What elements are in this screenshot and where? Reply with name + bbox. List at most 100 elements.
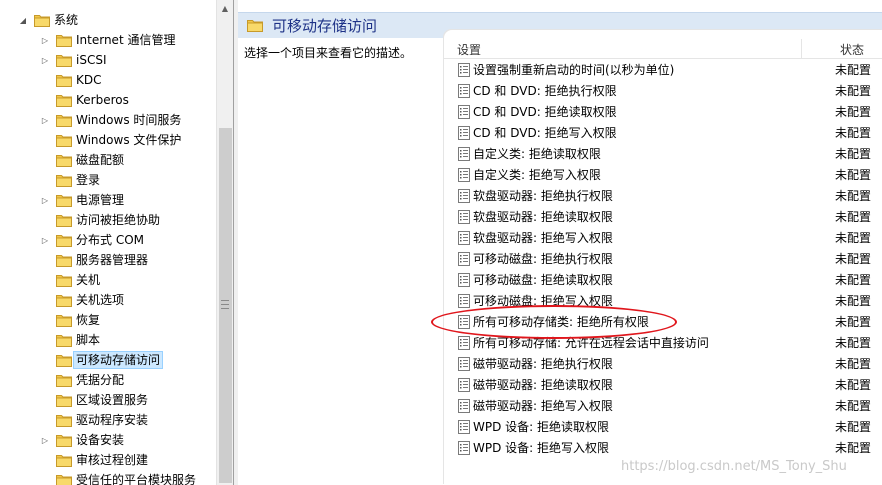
- tree-item-label: 关机选项: [76, 293, 125, 307]
- tree-item[interactable]: 审核过程创建: [0, 450, 216, 470]
- tree-item[interactable]: ◢ 系统: [0, 10, 216, 30]
- policy-setting-icon: [458, 63, 470, 77]
- tree-item[interactable]: 可移动存储访问: [0, 350, 216, 370]
- tree-item[interactable]: 磁盘配额: [0, 150, 216, 170]
- scroll-up-arrow-icon[interactable]: ▲: [217, 0, 233, 17]
- tree-item-label: 受信任的平台模块服务: [76, 473, 197, 485]
- column-header-setting[interactable]: 设置: [457, 41, 481, 58]
- tree-item[interactable]: Kerberos: [0, 90, 216, 110]
- policy-row[interactable]: 所有可移动存储类: 拒绝所有权限 未配置: [444, 312, 882, 333]
- policy-row[interactable]: 磁带驱动器: 拒绝读取权限 未配置: [444, 375, 882, 396]
- tree-item[interactable]: 访问被拒绝协助: [0, 210, 216, 230]
- folder-icon: [56, 74, 72, 87]
- policy-setting-icon: [458, 378, 470, 392]
- policy-row[interactable]: CD 和 DVD: 拒绝读取权限 未配置: [444, 102, 882, 123]
- tree-item-label: 访问被拒绝协助: [76, 213, 161, 227]
- policy-setting-icon: [458, 315, 470, 329]
- tree-item[interactable]: ▷ Windows 时间服务: [0, 110, 216, 130]
- policy-state: 未配置: [835, 189, 872, 203]
- policy-row[interactable]: 所有可移动存储: 允许在远程会话中直接访问 未配置: [444, 333, 882, 354]
- policy-name: 可移动磁盘: 拒绝写入权限: [473, 294, 613, 308]
- policy-row[interactable]: 设置强制重新启动的时间(以秒为单位) 未配置: [444, 60, 882, 81]
- policy-row[interactable]: WPD 设备: 拒绝写入权限 未配置: [444, 438, 882, 459]
- expand-arrow-icon[interactable]: ▷: [40, 30, 50, 50]
- policy-name: 可移动磁盘: 拒绝读取权限: [473, 273, 613, 287]
- folder-icon: [56, 454, 72, 467]
- folder-icon: [56, 154, 72, 167]
- folder-icon: [34, 14, 50, 27]
- policy-name: 软盘驱动器: 拒绝执行权限: [473, 189, 613, 203]
- policy-name: 所有可移动存储类: 拒绝所有权限: [473, 315, 649, 329]
- policy-setting-icon: [458, 399, 470, 413]
- policy-row[interactable]: 可移动磁盘: 拒绝执行权限 未配置: [444, 249, 882, 270]
- expand-arrow-icon[interactable]: ▷: [40, 190, 50, 210]
- expand-arrow-icon[interactable]: ▷: [40, 110, 50, 130]
- policy-row[interactable]: 自定义类: 拒绝读取权限 未配置: [444, 144, 882, 165]
- expand-arrow-icon[interactable]: ▷: [40, 230, 50, 250]
- navigation-tree: ◢ 系统 ▷ Internet 通信管理 ▷ iSCSI KDC Kerberos ▷ Windo…: [0, 0, 216, 485]
- folder-icon: [56, 334, 72, 347]
- tree-item-label: 关机: [76, 273, 101, 287]
- collapse-arrow-icon[interactable]: ◢: [18, 10, 28, 30]
- tree-item[interactable]: ▷ iSCSI: [0, 50, 216, 70]
- policy-row[interactable]: 自定义类: 拒绝写入权限 未配置: [444, 165, 882, 186]
- policy-row[interactable]: 软盘驱动器: 拒绝执行权限 未配置: [444, 186, 882, 207]
- tree-item[interactable]: KDC: [0, 70, 216, 90]
- folder-icon: [247, 20, 263, 32]
- policy-name: 所有可移动存储: 允许在远程会话中直接访问: [473, 336, 709, 350]
- tree-item[interactable]: 脚本: [0, 330, 216, 350]
- tree-item[interactable]: 服务器管理器: [0, 250, 216, 270]
- expand-arrow-icon[interactable]: ▷: [40, 50, 50, 70]
- policy-row[interactable]: 软盘驱动器: 拒绝写入权限 未配置: [444, 228, 882, 249]
- list-header: 设置 状态: [444, 39, 882, 59]
- tree-item-label: iSCSI: [76, 53, 107, 67]
- policy-state: 未配置: [835, 168, 872, 182]
- folder-icon: [56, 214, 72, 227]
- folder-icon: [56, 354, 72, 367]
- tree-item-label: KDC: [76, 73, 102, 87]
- policy-state: 未配置: [835, 315, 872, 329]
- policy-name: 自定义类: 拒绝写入权限: [473, 168, 601, 182]
- policy-row[interactable]: 磁带驱动器: 拒绝写入权限 未配置: [444, 396, 882, 417]
- tree-item-label: 凭据分配: [76, 373, 125, 387]
- policy-row[interactable]: WPD 设备: 拒绝读取权限 未配置: [444, 417, 882, 438]
- tree-item-label: 磁盘配额: [76, 153, 125, 167]
- policy-setting-icon: [458, 231, 470, 245]
- policy-row[interactable]: 可移动磁盘: 拒绝读取权限 未配置: [444, 270, 882, 291]
- column-separator[interactable]: [801, 39, 802, 59]
- policy-row[interactable]: 软盘驱动器: 拒绝读取权限 未配置: [444, 207, 882, 228]
- tree-item-label: 脚本: [76, 333, 101, 347]
- tree-item-label: 恢复: [76, 313, 101, 327]
- policy-name: 磁带驱动器: 拒绝读取权限: [473, 378, 613, 392]
- tree-item[interactable]: 区域设置服务: [0, 390, 216, 410]
- tree-item[interactable]: ▷ 设备安装: [0, 430, 216, 450]
- tree-item[interactable]: 登录: [0, 170, 216, 190]
- expand-arrow-icon[interactable]: ▷: [40, 430, 50, 450]
- tree-item[interactable]: ▷ Internet 通信管理: [0, 30, 216, 50]
- policy-state: 未配置: [835, 336, 872, 350]
- folder-icon: [56, 234, 72, 247]
- policy-row[interactable]: 磁带驱动器: 拒绝执行权限 未配置: [444, 354, 882, 375]
- policy-row[interactable]: CD 和 DVD: 拒绝写入权限 未配置: [444, 123, 882, 144]
- folder-icon: [56, 414, 72, 427]
- tree-item[interactable]: 驱动程序安装: [0, 410, 216, 430]
- folder-icon: [56, 94, 72, 107]
- policy-setting-icon: [458, 294, 470, 308]
- tree-item[interactable]: Windows 文件保护: [0, 130, 216, 150]
- policy-state: 未配置: [835, 294, 872, 308]
- policy-row[interactable]: 可移动磁盘: 拒绝写入权限 未配置: [444, 291, 882, 312]
- tree-item[interactable]: 受信任的平台模块服务: [0, 470, 216, 485]
- tree-item[interactable]: 关机: [0, 270, 216, 290]
- pane-title: 可移动存储访问: [272, 17, 378, 35]
- policy-state: 未配置: [835, 210, 872, 224]
- tree-scrollbar[interactable]: ▲: [216, 0, 233, 485]
- policy-setting-icon: [458, 84, 470, 98]
- tree-item[interactable]: ▷ 电源管理: [0, 190, 216, 210]
- tree-item[interactable]: ▷ 分布式 COM: [0, 230, 216, 250]
- tree-item[interactable]: 凭据分配: [0, 370, 216, 390]
- tree-item-label: Kerberos: [76, 93, 129, 107]
- tree-item[interactable]: 恢复: [0, 310, 216, 330]
- column-header-state[interactable]: 状态: [840, 41, 864, 58]
- policy-row[interactable]: CD 和 DVD: 拒绝执行权限 未配置: [444, 81, 882, 102]
- tree-item[interactable]: 关机选项: [0, 290, 216, 310]
